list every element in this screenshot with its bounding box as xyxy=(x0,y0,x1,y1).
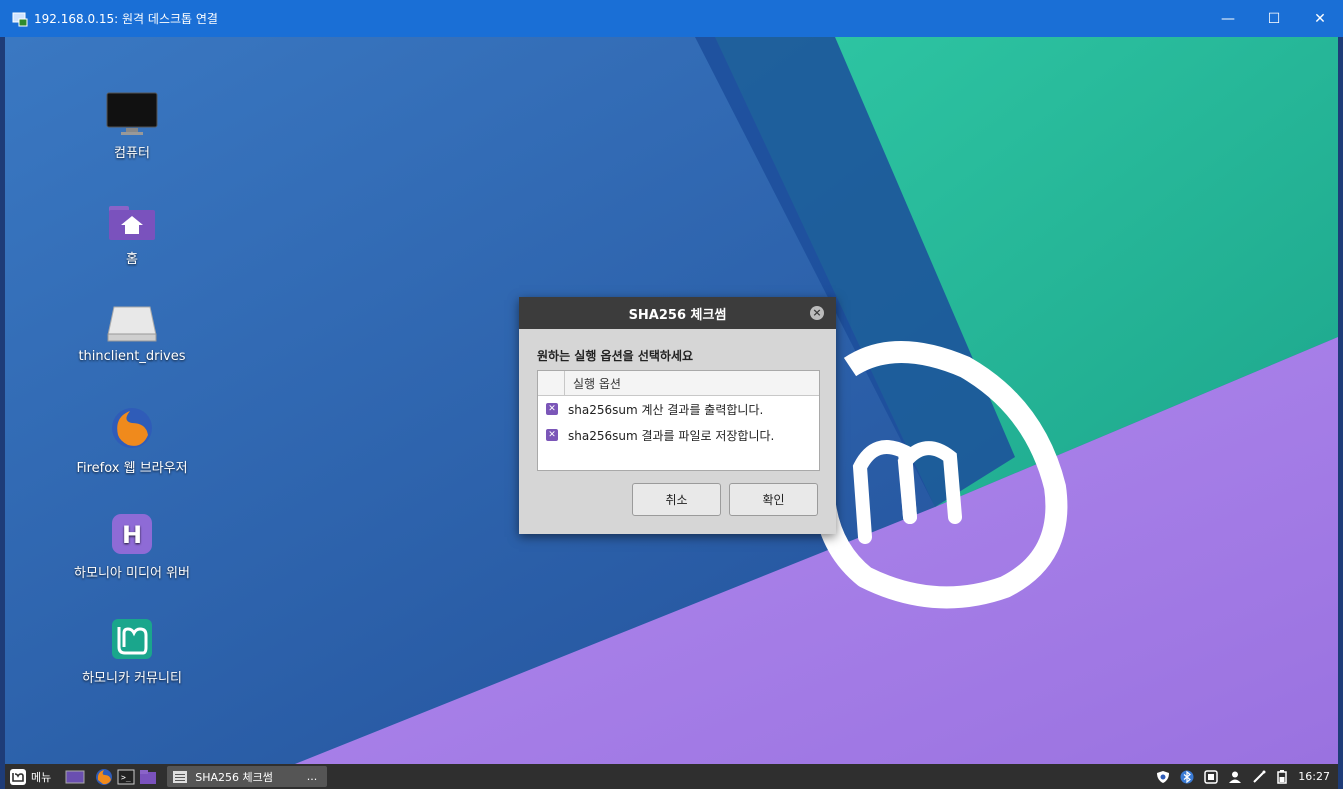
folder-icon xyxy=(140,769,157,784)
terminal-launcher[interactable]: >_ xyxy=(117,764,135,789)
shield-icon[interactable] xyxy=(1156,770,1170,784)
checkbox-checked-icon[interactable]: ✕ xyxy=(546,429,558,441)
terminal-icon: >_ xyxy=(117,769,135,784)
svg-text:>_: >_ xyxy=(121,773,131,782)
desktop-icon-firefox[interactable]: Firefox 웹 브라우저 xyxy=(67,405,197,476)
home-folder-icon xyxy=(107,202,157,242)
firefox-icon xyxy=(108,405,156,451)
dialog-prompt: 원하는 실행 옵션을 선택하세요 xyxy=(537,349,694,363)
firefox-icon xyxy=(96,768,113,785)
mint-community-icon xyxy=(110,617,154,661)
mint-menu-icon xyxy=(10,768,26,785)
computer-icon xyxy=(106,92,158,136)
show-desktop-icon xyxy=(65,770,85,783)
sha256-dialog: SHA256 체크썸 × 원하는 실행 옵션을 선택하세요 실행 옵션 ✕ sh… xyxy=(519,297,836,534)
dialog-title: SHA256 체크썸 xyxy=(628,307,727,323)
close-window-button[interactable]: ✕ xyxy=(1297,0,1343,37)
desktop-icon-community[interactable]: 하모니카 커뮤니티 xyxy=(67,617,197,686)
option-row[interactable]: ✕ sha256sum 결과를 파일로 저장합니다. xyxy=(538,422,819,448)
desktop-icon-label: 하모니아 미디어 위버 xyxy=(74,566,190,581)
window-title: 192.168.0.15: 원격 데스크톱 연결 xyxy=(34,12,218,26)
column-header-label[interactable]: 실행 옵션 xyxy=(565,375,621,392)
checkbox-checked-icon[interactable]: ✕ xyxy=(546,403,558,415)
bluetooth-icon[interactable] xyxy=(1180,770,1194,784)
task-more: ... xyxy=(306,770,318,783)
desktop-icon-label: 하모니카 커뮤니티 xyxy=(82,671,182,686)
taskbar-window-sha256[interactable]: SHA256 체크썸 ... xyxy=(167,766,328,787)
firefox-launcher[interactable] xyxy=(95,764,113,789)
remote-desktop-icon xyxy=(12,11,28,27)
desktop-icon-label: thinclient_drives xyxy=(78,349,186,364)
option-row[interactable]: ✕ sha256sum 계산 결과를 출력합니다. xyxy=(538,396,819,422)
ok-button[interactable]: 확인 xyxy=(729,483,818,516)
option-label: sha256sum 결과를 파일로 저장합니다. xyxy=(568,428,775,443)
cancel-button[interactable]: 취소 xyxy=(632,483,721,516)
files-launcher[interactable] xyxy=(139,764,157,789)
option-label: sha256sum 계산 결과를 출력합니다. xyxy=(568,402,764,417)
user-icon[interactable] xyxy=(1228,770,1242,784)
clock[interactable]: 16:27 xyxy=(1298,770,1330,783)
desktop-icon-thinclient-drives[interactable]: thinclient_drives xyxy=(67,305,197,364)
update-manager-icon[interactable] xyxy=(1204,769,1219,784)
dialog-close-icon[interactable]: × xyxy=(810,306,824,320)
window-list-icon xyxy=(173,770,188,783)
system-tray: 16:27 xyxy=(1156,764,1330,789)
media-viewer-icon: H xyxy=(110,512,154,556)
rdp-window-titlebar[interactable]: 192.168.0.15: 원격 데스크톱 연결 — ☐ ✕ xyxy=(0,0,1343,37)
desktop-icon-label: 홈 xyxy=(126,252,138,267)
desktop-icon-label: Firefox 웹 브라우저 xyxy=(76,461,188,476)
maximize-button[interactable]: ☐ xyxy=(1251,0,1297,37)
desktop-icon-home[interactable]: 홈 xyxy=(67,202,197,267)
minimize-button[interactable]: — xyxy=(1205,0,1251,37)
menu-button[interactable]: 메뉴 xyxy=(9,764,51,789)
task-label: SHA256 체크썸 xyxy=(195,770,273,784)
menu-label: 메뉴 xyxy=(31,770,52,784)
desktop-icon-computer[interactable]: 컴퓨터 xyxy=(67,92,197,161)
checkbox-column-header[interactable] xyxy=(538,371,565,395)
battery-icon[interactable] xyxy=(1276,769,1288,784)
svg-text:H: H xyxy=(122,521,142,549)
desktop-icon-media-viewer[interactable]: H 하모니아 미디어 위버 xyxy=(67,512,197,581)
network-icon[interactable] xyxy=(1252,770,1266,784)
desktop-icon-label: 컴퓨터 xyxy=(114,146,150,161)
options-list: 실행 옵션 ✕ sha256sum 계산 결과를 출력합니다. ✕ sha256… xyxy=(537,370,820,471)
show-desktop-launcher[interactable] xyxy=(65,764,85,789)
taskbar: 메뉴 >_ SHA256 체크썸 ... 16:27 xyxy=(5,764,1338,789)
options-list-header: 실행 옵션 xyxy=(538,371,819,396)
dialog-titlebar[interactable]: SHA256 체크썸 × xyxy=(519,297,836,329)
drive-icon xyxy=(106,305,158,343)
